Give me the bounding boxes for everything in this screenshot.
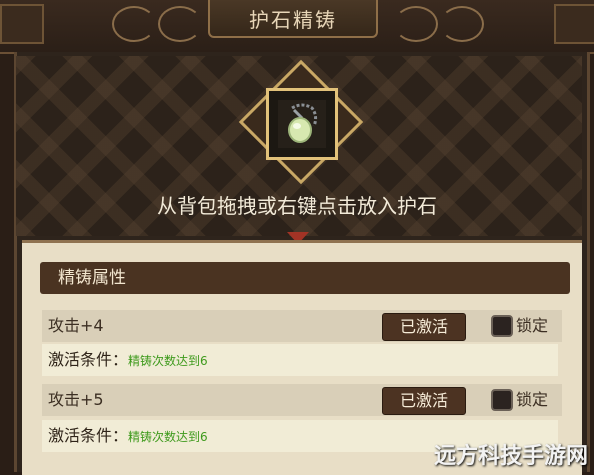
activated-button[interactable]: 已激活 [382, 313, 466, 341]
lock-label: 锁定 [515, 316, 548, 335]
lock-label: 锁定 [515, 390, 548, 409]
attribute-name: 攻击+5 [48, 390, 104, 409]
attribute-row: 攻击+5 已激活 锁定 [42, 384, 562, 416]
slot-hint: 从背包拖拽或右键点击放入护石 [157, 194, 437, 218]
frame-corner-right [554, 4, 594, 44]
lock-toggle[interactable]: 锁定 [490, 314, 548, 338]
swirl-ornament-left [112, 6, 156, 42]
condition-row: 激活条件：精铸次数达到6 [42, 344, 558, 376]
swirl-ornament-left-2 [158, 6, 202, 42]
header-tail-deco [552, 266, 566, 290]
swirl-ornament-right-2 [440, 6, 484, 42]
lock-checkbox[interactable] [490, 389, 513, 411]
lock-toggle[interactable]: 锁定 [490, 388, 548, 412]
activated-button[interactable]: 已激活 [382, 387, 466, 415]
attributes-header: 精铸属性 [40, 262, 570, 294]
frame-corner-left [0, 4, 44, 44]
swirl-ornament-right [394, 6, 438, 42]
condition-value: 精铸次数达到6 [128, 430, 208, 444]
watermark: 远方科技手游网 [433, 444, 588, 469]
attribute-row: 攻击+4 已激活 锁定 [42, 310, 562, 342]
amulet-icon [278, 100, 326, 148]
condition-value: 精铸次数达到6 [128, 354, 208, 368]
amulet-slot[interactable] [266, 88, 338, 160]
condition-label: 激活条件： [48, 426, 129, 445]
window-title: 护石精铸 [208, 0, 378, 38]
top-frame: 护石精铸 [0, 0, 594, 54]
condition-label: 激活条件： [48, 350, 129, 369]
lock-checkbox[interactable] [490, 315, 513, 337]
attribute-name: 攻击+4 [48, 316, 104, 335]
